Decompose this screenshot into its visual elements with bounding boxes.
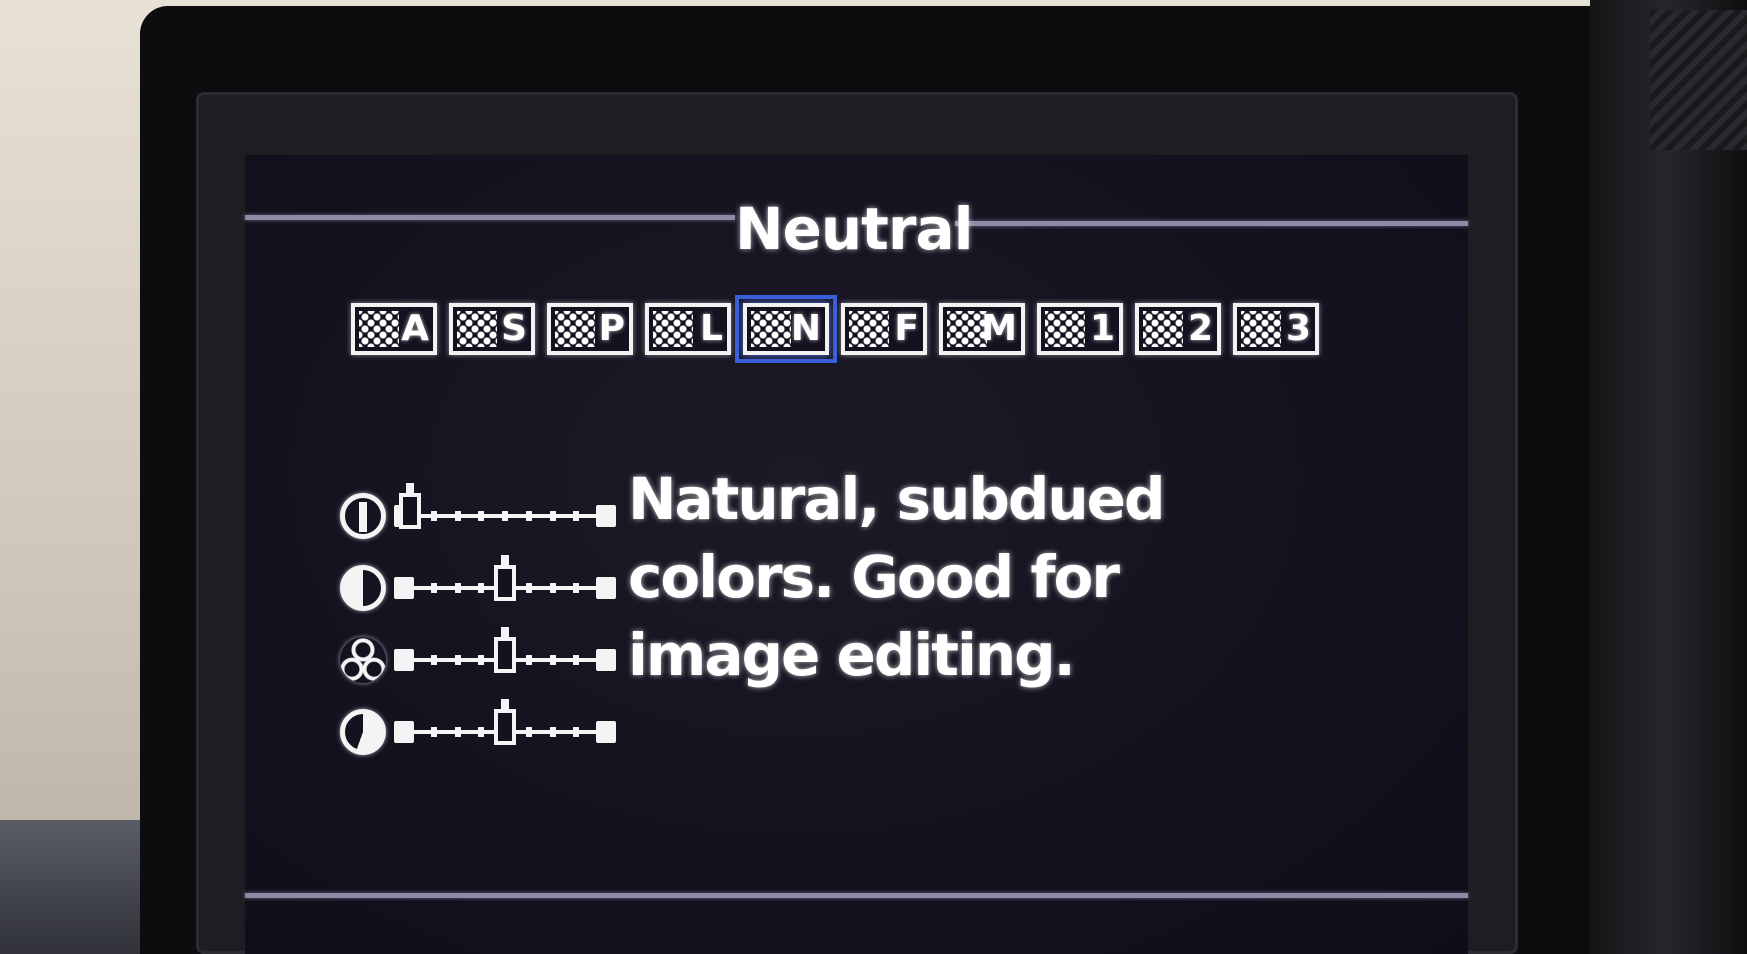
picture-style-tile[interactable]: F [841,303,927,355]
picture-style-icon [1143,311,1183,347]
slider-marker[interactable] [494,627,516,673]
picture-style-tile[interactable]: S [449,303,535,355]
slider-tick [573,511,580,521]
parameter-row[interactable] [340,696,630,768]
color-tone-icon [340,709,386,755]
description-line: Natural, subdued [628,465,1166,533]
parameter-slider[interactable] [394,483,616,531]
description-line: image editing. [628,621,1076,689]
picture-style-icon [1045,311,1085,347]
slider-tick [573,727,580,737]
picture-style-code: P [598,308,625,349]
parameter-slider[interactable] [394,555,616,603]
slider-marker[interactable] [494,555,516,601]
slider-tick [573,655,580,665]
picture-style-code: A [401,308,429,349]
lcd-screen: Neutral A S P L N F M 1 2 3 Natural, subdued colo… [245,155,1468,954]
parameter-row[interactable] [340,624,630,696]
picture-style-tile[interactable]: N [735,295,837,363]
picture-style-icon [849,311,889,347]
picture-style-icon [1241,311,1281,347]
style-description: Natural, subdued colors. Good for image … [628,460,1188,694]
parameter-row[interactable] [340,552,630,624]
slider-tick [525,655,532,665]
slider-max-end [596,505,616,527]
picture-style-tile[interactable]: L [645,303,731,355]
slider-marker[interactable] [494,699,516,745]
slider-tick [549,727,556,737]
top-divider-left [245,215,735,220]
slider-tick [430,727,437,737]
picture-style-selector[interactable]: A S P L N F M 1 2 3 [351,295,1319,363]
slider-tick [478,511,485,521]
sharpness-icon [340,493,386,539]
slider-tick [478,583,485,593]
slider-min-end [394,721,414,743]
slider-tick [525,511,532,521]
slider-tick [549,655,556,665]
picture-style-tile[interactable]: 2 [1135,303,1221,355]
slider-tick [478,655,485,665]
slider-tick [454,727,461,737]
slider-tick [454,511,461,521]
picture-style-code: F [894,308,919,349]
picture-style-code: 2 [1187,308,1213,349]
picture-style-tile[interactable]: A [351,303,437,355]
picture-style-code: N [790,308,821,349]
slider-tick [573,583,580,593]
slider-marker[interactable] [399,483,421,529]
photo-scene: Neutral A S P L N F M 1 2 3 Natural, subdued colo… [0,0,1747,954]
slider-tick [430,583,437,593]
slider-tick [502,511,508,521]
slider-tick [525,727,532,737]
contrast-icon [340,565,386,611]
description-line: colors. Good for [628,543,1120,611]
picture-style-icon [751,311,791,347]
picture-style-title: Neutral [735,195,974,263]
picture-style-icon [653,311,693,347]
saturation-icon [340,637,386,683]
slider-max-end [596,577,616,599]
slider-tick [549,583,556,593]
slider-tick [525,583,532,593]
slider-tick [549,511,556,521]
top-divider-right [955,221,1468,226]
picture-style-icon [555,311,595,347]
slider-tick [430,655,437,665]
bottom-divider [245,893,1468,898]
picture-style-code: 3 [1285,308,1311,349]
picture-style-code: S [501,308,527,349]
slider-tick [430,511,437,521]
picture-style-tile[interactable]: 1 [1037,303,1123,355]
picture-style-code: L [700,308,723,349]
parameter-slider[interactable] [394,627,616,675]
slider-max-end [596,649,616,671]
picture-style-icon [359,311,399,347]
picture-style-code: 1 [1089,308,1115,349]
parameter-row[interactable] [340,480,630,552]
slider-tick [454,655,461,665]
slider-tick [454,583,461,593]
slider-min-end [394,649,414,671]
picture-style-tile[interactable]: M [939,303,1025,355]
picture-style-tile[interactable]: 3 [1233,303,1319,355]
picture-style-icon [457,311,497,347]
slider-tick [478,727,485,737]
slider-min-end [394,577,414,599]
camera-strap [1650,10,1747,150]
style-parameters [340,480,630,768]
slider-max-end [596,721,616,743]
parameter-slider[interactable] [394,699,616,747]
picture-style-tile[interactable]: P [547,303,633,355]
picture-style-code: M [981,308,1017,349]
